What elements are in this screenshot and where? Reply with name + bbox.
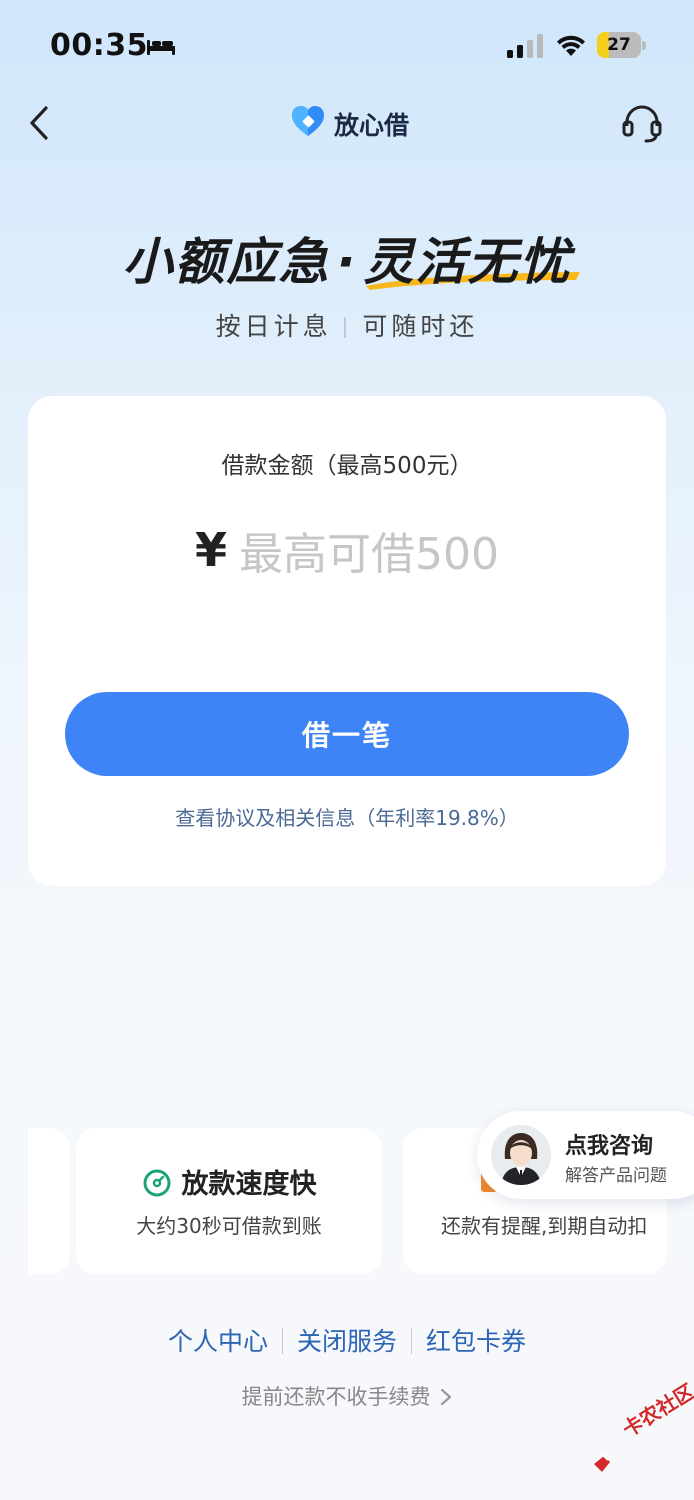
consult-bubble[interactable]: 点我咨询 解答产品问题	[477, 1111, 694, 1199]
hero-subtitle: 按日计息 | 可随时还	[0, 307, 694, 343]
currency-symbol: ¥	[195, 523, 228, 577]
hero-title-right: 灵活无忧	[363, 233, 572, 291]
feature-title: 放款速度快	[76, 1162, 382, 1201]
consult-subtitle: 解答产品问题	[565, 1166, 667, 1186]
feature-card-fast-payout: 放款速度快 大约30秒可借款到账	[76, 1128, 382, 1274]
feature-desc: 大约30秒可借款到账	[136, 1214, 322, 1238]
link-close-service[interactable]: 关闭服务	[297, 1327, 397, 1356]
link-divider	[411, 1328, 412, 1354]
feature-title-text: 放款速度快	[181, 1169, 317, 1200]
app-logo-icon	[292, 106, 324, 136]
cellular-signal-icon	[507, 34, 543, 58]
amount-placeholder: 最高可借500	[239, 529, 499, 580]
speedometer-icon	[143, 1169, 170, 1197]
sleep-focus-icon	[147, 40, 175, 55]
chevron-right-icon	[440, 1388, 451, 1406]
link-divider	[281, 1328, 283, 1354]
hero-title-dot: ·	[336, 233, 358, 291]
hero-title: 小额应急 · 灵活无忧	[0, 222, 694, 294]
link-coupons[interactable]: 红包卡券	[426, 1327, 526, 1356]
consult-title: 点我咨询	[565, 1134, 654, 1159]
battery-level-text: 27	[607, 35, 631, 55]
wifi-icon	[557, 35, 585, 56]
link-personal-center[interactable]: 个人中心	[168, 1327, 268, 1356]
feature-desc: 还款有提醒,到期自动扣	[441, 1214, 648, 1238]
agent-avatar	[491, 1125, 551, 1185]
agreement-link[interactable]: 查看协议及相关信息（年利率19.8%）	[28, 802, 666, 831]
hero-sub-right: 可随时还	[362, 312, 479, 341]
customer-service-headset-icon[interactable]	[620, 104, 664, 144]
hero-sub-left: 按日计息	[215, 312, 332, 341]
feature-card-partial-left	[28, 1128, 70, 1274]
borrow-button[interactable]: 借一笔	[65, 692, 629, 776]
status-time: 00:35	[50, 28, 148, 63]
loan-card: 借款金额（最高500元） ¥ 最高可借500 借一笔 查看协议及相关信息（年利率1…	[28, 396, 666, 886]
back-arrow-icon[interactable]	[26, 104, 54, 142]
brand-name: 放心借	[334, 111, 410, 140]
amount-input[interactable]: ¥ 最高可借500	[28, 518, 666, 582]
amount-label: 借款金额（最高500元）	[221, 453, 473, 479]
battery-icon: 27	[597, 32, 647, 58]
prepay-text: 提前还款不收手续费	[241, 1385, 431, 1409]
bottom-links: 个人中心 关闭服务 红包卡券	[0, 1322, 694, 1358]
hero-title-left: 小额应急	[122, 233, 331, 291]
hero-sub-separator: |	[341, 314, 353, 338]
